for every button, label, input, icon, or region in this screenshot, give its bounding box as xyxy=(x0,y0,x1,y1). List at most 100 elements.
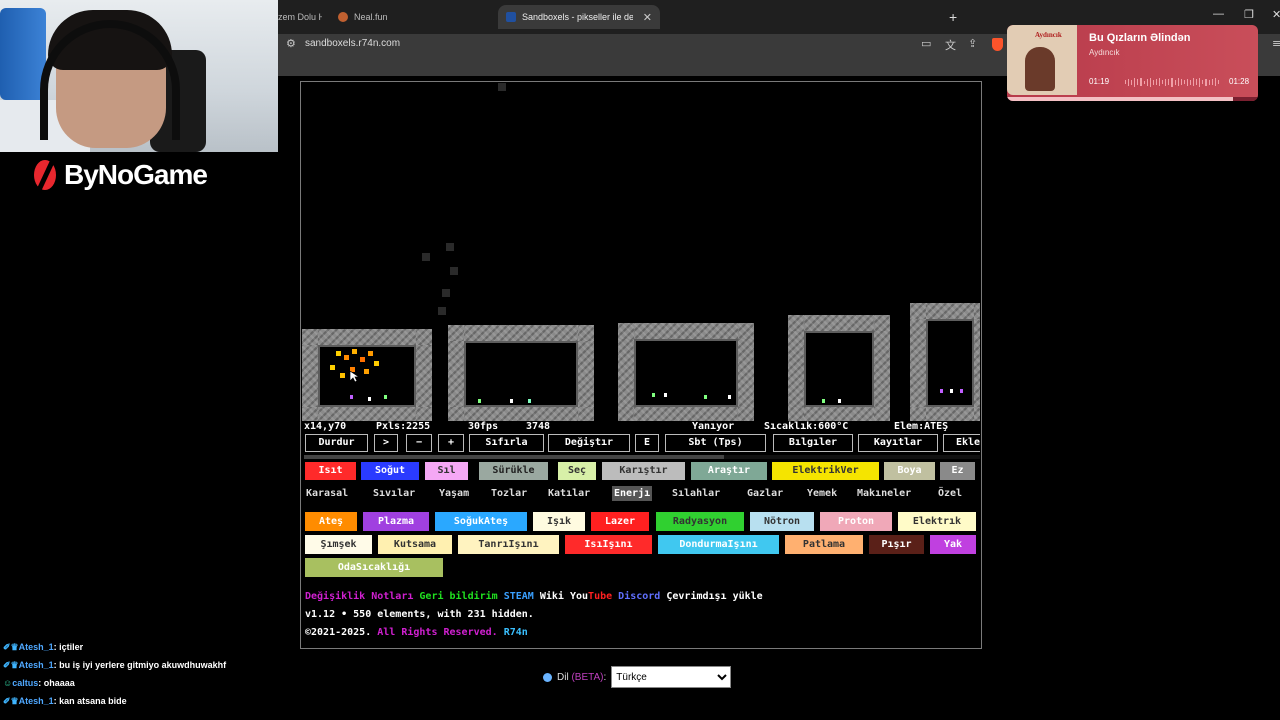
element-cold-fire[interactable]: SoğukAteş xyxy=(435,512,527,531)
youtube-link[interactable]: YouTube xyxy=(570,591,612,602)
element-cook[interactable]: Pışır xyxy=(869,535,924,554)
category-liquids[interactable]: Sıvılar xyxy=(371,486,417,501)
stone-chamber xyxy=(448,325,594,421)
reset-button[interactable]: Sıfırla xyxy=(469,434,544,452)
category-life[interactable]: Yaşam xyxy=(437,486,471,501)
element-heat-ray[interactable]: IsıIşını xyxy=(565,535,652,554)
category-land[interactable]: Karasal xyxy=(304,486,350,501)
element-electric[interactable]: Elektrık xyxy=(898,512,976,531)
stone-chamber xyxy=(910,303,980,421)
zoom-out-button[interactable]: − xyxy=(406,434,432,452)
author-link[interactable]: R74n xyxy=(504,627,528,638)
scrollbar-thumb[interactable] xyxy=(304,455,724,459)
chat-text: bu iş iyi yerlere gitmiyo akuwdhuwakhf xyxy=(59,660,227,670)
brave-shield-icon[interactable] xyxy=(992,38,1003,51)
category-special[interactable]: Özel xyxy=(936,486,964,501)
category-powders[interactable]: Tozlar xyxy=(489,486,529,501)
element-plasma[interactable]: Plazma xyxy=(363,512,429,531)
element-bless[interactable]: Kutsama xyxy=(378,535,452,554)
menu-icon[interactable]: ≡ xyxy=(1272,37,1280,50)
game-canvas[interactable] xyxy=(302,83,980,421)
category-food[interactable]: Yemek xyxy=(805,486,839,501)
zoom-in-button[interactable]: + xyxy=(438,434,464,452)
now-playing-widget: Aydıncık Bu Qızların Əlindən Aydıncık 01… xyxy=(1007,25,1258,101)
cast-icon[interactable]: ▭ xyxy=(921,37,931,50)
info-button[interactable]: Bılgıler xyxy=(773,434,853,452)
copyright-line: ©2021-2025. All Rights Reserved. R74n xyxy=(305,624,981,642)
tool-shock[interactable]: ElektrikVer xyxy=(772,462,879,480)
plant-particle xyxy=(478,399,481,403)
waveform-bar xyxy=(1165,78,1167,86)
wiki-link[interactable]: Wiki xyxy=(540,591,564,602)
add-button[interactable]: Ekle xyxy=(943,434,980,452)
category-gases[interactable]: Gazlar xyxy=(745,486,785,501)
plant-particle xyxy=(704,395,707,399)
element-radiation[interactable]: Radyasyon xyxy=(656,512,744,531)
close-window-icon[interactable]: ✕ xyxy=(1272,8,1280,21)
chat-badge-icon: ✐♛ xyxy=(3,660,19,670)
tool-select[interactable]: Seç xyxy=(558,462,596,480)
tps-button[interactable]: Sbt (Tps) xyxy=(665,434,766,452)
discord-link[interactable]: Discord xyxy=(618,591,660,602)
chat-badge-icon: ☺ xyxy=(3,678,13,688)
waveform-bar xyxy=(1131,79,1133,85)
tool-smash[interactable]: Ez xyxy=(940,462,975,480)
step-button[interactable]: > xyxy=(374,434,398,452)
steam-link[interactable]: STEAM xyxy=(504,591,534,602)
tab-sandboxels[interactable]: Sandboxels - pikseller ile deney ✕ xyxy=(498,5,660,29)
category-machines[interactable]: Makıneler xyxy=(855,486,913,501)
minimize-icon[interactable]: — xyxy=(1213,8,1224,20)
share-icon[interactable]: ⇪ xyxy=(968,37,977,50)
control-scrollbar[interactable] xyxy=(304,455,980,459)
category-weapons[interactable]: Sılahlar xyxy=(670,486,722,501)
element-freeze-ray[interactable]: DondurmaIşını xyxy=(658,535,779,554)
tool-heat[interactable]: Isıt xyxy=(305,462,356,480)
tool-cool[interactable]: Soğut xyxy=(361,462,419,480)
new-tab-button[interactable]: + xyxy=(949,9,957,25)
restore-icon[interactable]: ❐ xyxy=(1244,8,1254,21)
element-fire[interactable]: Ateş xyxy=(305,512,357,531)
element-explosion[interactable]: Patlama xyxy=(785,535,863,554)
offline-link[interactable]: Çevrimdışı yükle xyxy=(666,591,762,602)
tab-neal-fun[interactable]: Neal.fun xyxy=(338,7,448,27)
element-laser[interactable]: Lazer xyxy=(591,512,649,531)
chat-badge-icon: ✐♛ xyxy=(3,642,19,652)
element-room-temp[interactable]: OdaSıcaklığı xyxy=(305,558,443,577)
tab-1[interactable]: zem Dolu H xyxy=(278,7,322,27)
element-god-ray[interactable]: TanrıIşını xyxy=(458,535,559,554)
close-tab-icon[interactable]: ✕ xyxy=(643,11,652,24)
feedback-link[interactable]: Geri bildirim xyxy=(419,591,497,602)
element-neutron[interactable]: Nötron xyxy=(750,512,814,531)
saves-button[interactable]: Kayıtlar xyxy=(858,434,938,452)
element-button[interactable]: E xyxy=(635,434,659,452)
sandboxels-favicon-icon xyxy=(506,12,516,22)
language-select[interactable]: Türkçe xyxy=(611,666,732,688)
element-light[interactable]: Işık xyxy=(533,512,585,531)
tool-erase[interactable]: Sıl xyxy=(425,462,468,480)
changelog-link[interactable]: Değişiklik Notları xyxy=(305,591,413,602)
waveform-bar xyxy=(1183,80,1185,84)
chat-text: içtiler xyxy=(59,642,84,652)
element-lightning[interactable]: Şımşek xyxy=(305,535,372,554)
tool-drag[interactable]: Sürükle xyxy=(479,462,548,480)
category-solids[interactable]: Katılar xyxy=(546,486,592,501)
site-info-icon[interactable]: ⚙ xyxy=(286,37,296,50)
fire-particle xyxy=(340,373,345,378)
plant-particle xyxy=(350,395,353,399)
tool-paint[interactable]: Boya xyxy=(884,462,935,480)
temperature-readout: Sıcaklık:600°C xyxy=(764,421,849,432)
replace-button[interactable]: Değiştır xyxy=(548,434,630,452)
tool-mix[interactable]: Karıştır xyxy=(602,462,685,480)
globe-icon xyxy=(543,672,552,682)
chat-text: ohaaaa xyxy=(43,678,75,688)
mouse-cursor-icon xyxy=(350,371,360,383)
category-energy[interactable]: Enerjı xyxy=(612,486,653,501)
element-proton[interactable]: Proton xyxy=(820,512,892,531)
stone-chamber xyxy=(788,315,890,421)
tool-inspect[interactable]: Araştır xyxy=(691,462,767,480)
element-burn[interactable]: Yak xyxy=(930,535,976,554)
translate-icon[interactable]: 文 xyxy=(945,37,956,53)
url-text[interactable]: sandboxels.r74n.com xyxy=(305,38,400,49)
track-duration: 01:28 xyxy=(1229,77,1250,86)
pause-button[interactable]: Durdur xyxy=(305,434,368,452)
